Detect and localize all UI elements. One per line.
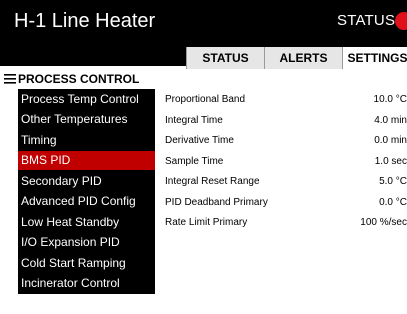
param-value-proportional-band[interactable]: 10.0 °C	[287, 93, 407, 107]
param-value-rate-limit-primary[interactable]: 100 %/sec	[287, 216, 407, 230]
param-value-integral-time[interactable]: 4.0 min	[287, 114, 407, 128]
top-bar: H-1 Line Heater STATUS	[0, 0, 407, 44]
section-header: PROCESS CONTROL	[4, 71, 139, 87]
menu-lines-icon	[4, 74, 16, 84]
menu-item-cold-start-ramping[interactable]: Cold Start Ramping	[18, 254, 155, 273]
menu-item-bms-pid[interactable]: BMS PID	[18, 151, 155, 170]
param-value-derivative-time[interactable]: 0.0 min	[287, 134, 407, 148]
param-label-integral-time: Integral Time	[165, 115, 223, 126]
tab-status[interactable]: STATUS	[186, 47, 264, 69]
status-label: STATUS	[337, 12, 396, 29]
param-label-rate-limit-primary: Rate Limit Primary	[165, 217, 248, 228]
menu-item-process-temp-control[interactable]: Process Temp Control	[18, 90, 155, 109]
param-label-integral-reset-range: Integral Reset Range	[165, 176, 260, 187]
param-value-integral-reset-range[interactable]: 5.0 °C	[287, 175, 407, 189]
section-title: PROCESS CONTROL	[18, 72, 140, 86]
menu-item-low-heat-standby[interactable]: Low Heat Standby	[18, 213, 155, 232]
param-value-sample-time[interactable]: 1.0 sec	[287, 155, 407, 169]
menu-item-other-temperatures[interactable]: Other Temperatures	[18, 110, 155, 129]
page-title: H-1 Line Heater	[14, 10, 156, 32]
param-value-pid-deadband-primary[interactable]: 0.0 °C	[287, 196, 407, 210]
status-indicator[interactable]	[395, 12, 407, 30]
param-label-derivative-time: Derivative Time	[165, 135, 234, 146]
param-label-proportional-band: Proportional Band	[165, 94, 246, 105]
tab-alerts[interactable]: ALERTS	[264, 47, 342, 69]
param-label-pid-deadband-primary: PID Deadband Primary	[165, 197, 268, 208]
menu-item-advanced-pid-config[interactable]: Advanced PID Config	[18, 192, 155, 211]
menu-item-io-expansion-pid[interactable]: I/O Expansion PID	[18, 233, 155, 252]
param-label-sample-time: Sample Time	[165, 156, 224, 167]
menu-item-timing[interactable]: Timing	[18, 131, 155, 150]
menu-item-secondary-pid[interactable]: Secondary PID	[18, 172, 155, 191]
menu-item-incinerator-control[interactable]: Incinerator Control	[18, 274, 155, 293]
tab-settings[interactable]: SETTINGS	[342, 47, 407, 69]
